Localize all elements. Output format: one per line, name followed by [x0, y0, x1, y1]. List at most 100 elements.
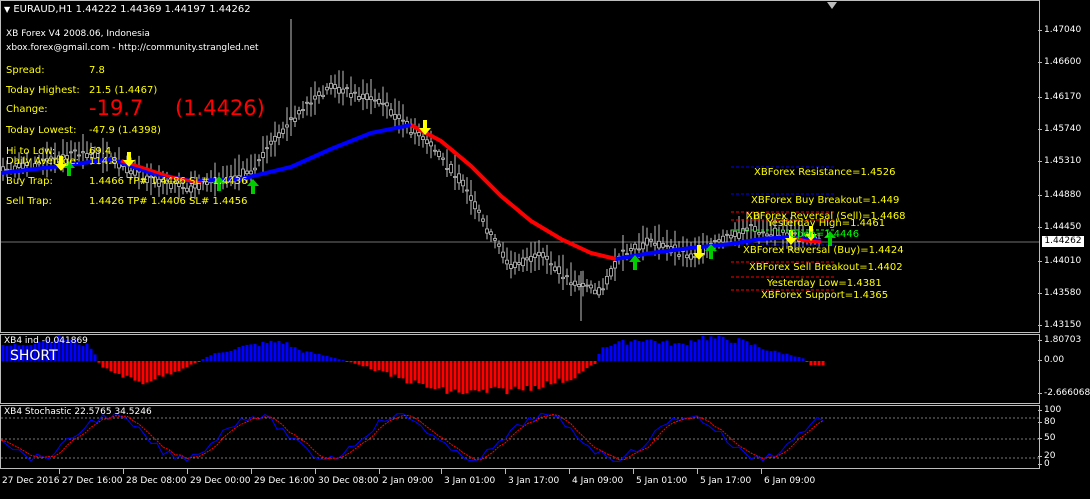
histogram-bar [149, 361, 153, 382]
candle [409, 118, 413, 139]
histogram-bar [341, 360, 345, 362]
xb4-indicator-pane[interactable]: XB4 ind -0.041869 SHORT [0, 334, 1040, 404]
candle-body [589, 284, 593, 289]
histogram-bar [777, 352, 781, 361]
histogram-bar [357, 361, 361, 365]
candle [649, 233, 653, 248]
histogram-bar [309, 351, 313, 361]
candle-body [717, 239, 721, 243]
price-tick: 1.45310 [1037, 156, 1082, 166]
candle-body [293, 117, 297, 122]
candle [265, 135, 269, 164]
histogram-bar [577, 361, 581, 374]
candle-body [317, 91, 321, 96]
histogram-bar [709, 336, 713, 361]
candle [337, 70, 341, 104]
histogram-bar [553, 361, 557, 384]
low-label: Today Lowest: [6, 125, 77, 136]
candle [433, 144, 437, 156]
histogram-bar [1, 345, 5, 361]
stochastic-lines [1, 412, 1039, 463]
stochastic-pane[interactable]: XB4 Stochastic 22.5765 34.5246 [0, 405, 1040, 469]
candle [413, 118, 417, 145]
histogram-bar [793, 356, 797, 361]
level-sell-breakout: XBForex Sell Breakout=1.4402 [749, 262, 903, 273]
sell-trap-label: Sell Trap: [6, 196, 52, 207]
candle [573, 270, 577, 292]
candle-body [517, 262, 521, 265]
candle-body [713, 240, 717, 242]
candle-body [469, 195, 473, 201]
candle [481, 214, 485, 227]
stochastic-axis[interactable]: 100 80 50 20 0 [1037, 405, 1090, 469]
candle [329, 75, 333, 95]
candle-body [597, 287, 601, 296]
candle-body [765, 233, 769, 237]
level-open: Open=1.4446 [789, 229, 860, 240]
histogram-bar [133, 361, 137, 381]
candle [281, 121, 285, 139]
candle-body [425, 139, 429, 144]
histogram-bar [269, 340, 273, 361]
histogram-bar [445, 361, 449, 394]
spread-label: Spread: [6, 65, 45, 76]
candle-body [593, 289, 597, 295]
time-tick: 27 Dec 16:00 [59, 469, 123, 486]
histogram-bar [665, 340, 669, 361]
histogram-bar [373, 361, 377, 372]
candle-body [313, 95, 317, 100]
level-yesterday-low: Yesterday Low=1.4381 [767, 278, 882, 289]
histogram-bar [585, 361, 589, 369]
time-tick: 28 Dec 08:00 [123, 469, 187, 486]
chart-shift-icon[interactable] [827, 2, 837, 9]
price-chart-pane[interactable]: ▼ EURAUD,H1 1.44222 1.44369 1.44197 1.44… [0, 0, 1040, 333]
histogram-bar [521, 361, 525, 391]
price-axis[interactable]: 1.47040 1.46600 1.46170 1.45740 1.45310 … [1037, 0, 1090, 333]
candle-body [245, 170, 249, 175]
candle-body [321, 94, 325, 97]
histogram-bar [157, 361, 161, 376]
price-tick: 1.47040 [1037, 25, 1082, 35]
histogram-bar [277, 340, 281, 361]
histogram-bar [761, 349, 765, 361]
candle [545, 244, 549, 274]
candle-body [577, 283, 581, 288]
histogram-bar [529, 361, 533, 391]
histogram-bar [85, 343, 89, 361]
time-axis[interactable]: 27 Dec 2016 27 Dec 16:00 28 Dec 08:00 29… [0, 469, 1090, 499]
time-tick: 5 Jan 17:00 [696, 469, 752, 486]
candle-body [757, 232, 761, 235]
histogram-bar [469, 361, 473, 391]
buy-trap-value: 1.4466 TP# 1.4486 SL# 1.4436 [89, 176, 248, 187]
price-tick: 1.44010 [1037, 256, 1082, 266]
histogram-bar [677, 343, 681, 361]
candle-body [249, 170, 253, 175]
candle [369, 79, 373, 115]
histogram-bar [397, 361, 401, 379]
candle-body [377, 99, 381, 105]
candle [581, 270, 585, 297]
histogram-bar [581, 361, 585, 372]
histogram-bar [485, 361, 489, 393]
price-tick: 1.46600 [1037, 57, 1082, 67]
histogram-bar [597, 354, 601, 361]
symbol-line: EURAUD,H1 1.44222 1.44369 1.44197 1.4426… [13, 4, 251, 15]
histogram-bar [509, 361, 513, 390]
indicator-axis[interactable]: 1.80703 0.00 -2.666068 [1037, 334, 1090, 404]
histogram-bar [245, 344, 249, 361]
chart-window[interactable]: ▼ EURAUD,H1 1.44222 1.44369 1.44197 1.44… [0, 0, 1090, 499]
histogram-bar [545, 361, 549, 382]
candle [389, 103, 393, 118]
candle-body [269, 140, 273, 145]
candle-body [477, 209, 481, 213]
indicator-tick: 1.80703 [1037, 335, 1082, 345]
candle [349, 76, 353, 106]
candle-body [81, 151, 85, 154]
candle-body [677, 254, 681, 257]
candle-body [393, 114, 397, 120]
histogram-bar [493, 361, 497, 387]
histogram-bar [125, 361, 129, 376]
candle [609, 265, 613, 280]
time-tick: 29 Dec 16:00 [251, 469, 315, 486]
histogram-bar [633, 339, 637, 361]
